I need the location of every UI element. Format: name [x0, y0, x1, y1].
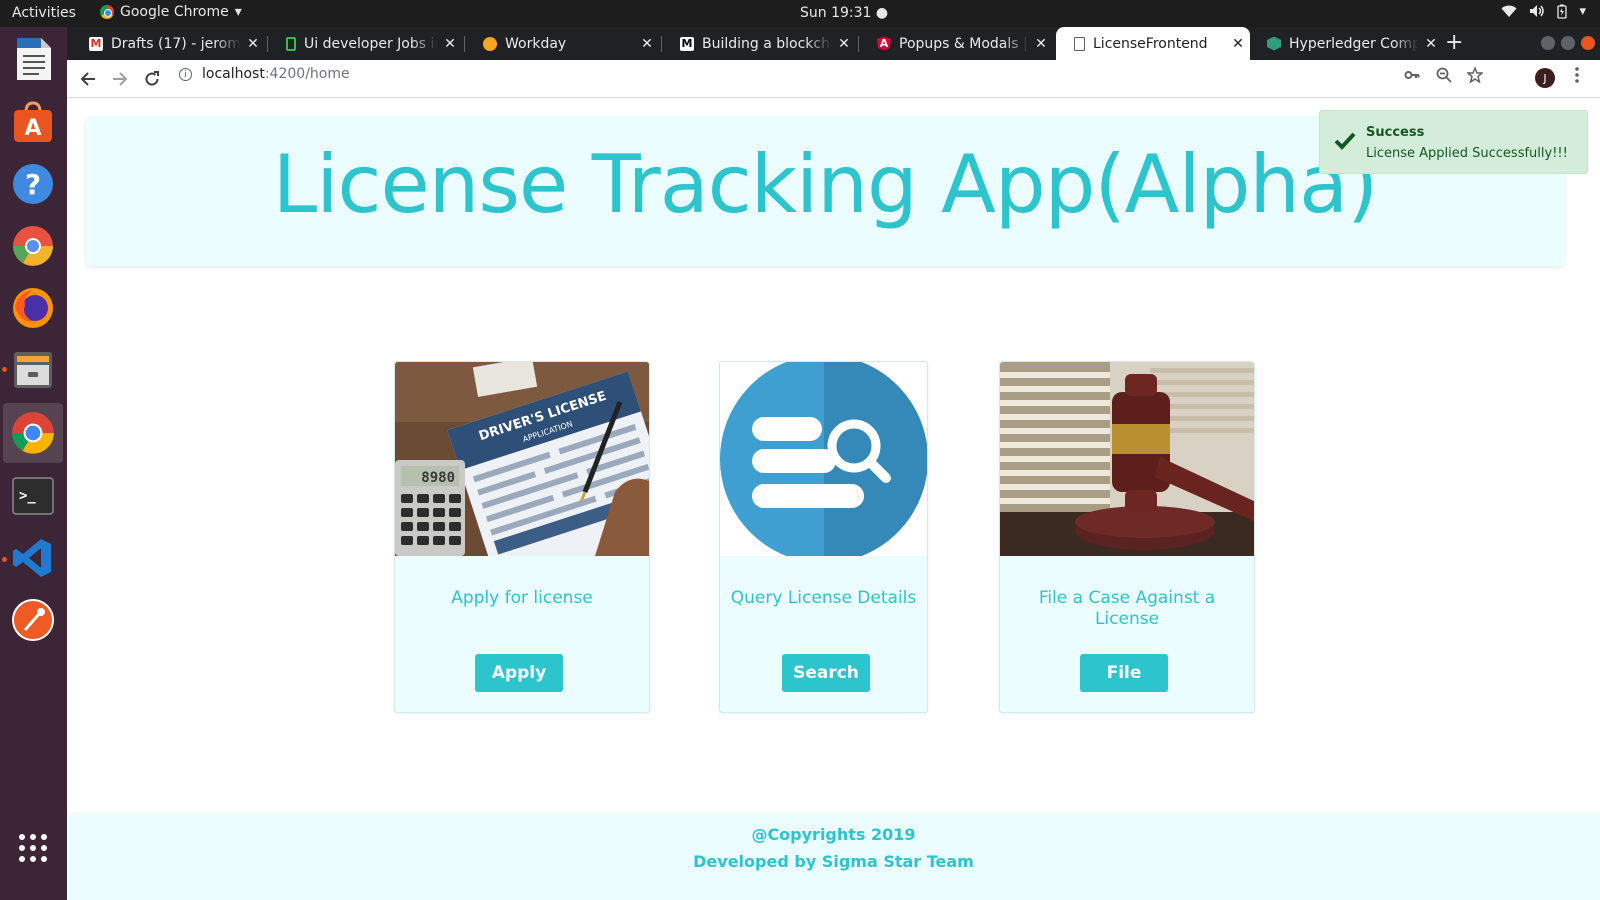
- chromium-icon[interactable]: [8, 221, 58, 271]
- tab-title: Hyperledger Comp: [1289, 35, 1419, 52]
- tab-license-frontend[interactable]: LicenseFrontend ✕: [1056, 27, 1250, 60]
- battery-icon: [1557, 4, 1568, 23]
- running-indicator-dot: [2, 367, 7, 372]
- medium-icon: M: [680, 36, 694, 51]
- card-file-case: File a Case Against a License File: [999, 361, 1255, 713]
- tab-title: LicenseFrontend: [1093, 35, 1208, 52]
- tab-title: Ui developer Jobs in: [304, 35, 438, 52]
- close-window-icon[interactable]: [1581, 36, 1595, 50]
- tab-ui-developer-jobs[interactable]: Ui developer Jobs in ✕: [268, 27, 462, 60]
- url-host: localhost: [202, 66, 265, 82]
- success-toast[interactable]: Success License Applied Successfully!!!: [1319, 110, 1588, 174]
- zoom-icon[interactable]: [1436, 67, 1452, 87]
- close-tab-icon[interactable]: ✕: [635, 36, 659, 52]
- search-button[interactable]: Search: [782, 654, 870, 692]
- forward-button[interactable]: [107, 66, 133, 92]
- terminal-icon[interactable]: >_: [8, 471, 58, 521]
- svg-text:>_: >_: [19, 488, 36, 504]
- postman-icon[interactable]: [8, 595, 58, 645]
- maximize-window-icon[interactable]: [1561, 36, 1575, 50]
- site-info-icon[interactable]: i: [179, 68, 192, 81]
- url-path: :4200/home: [264, 66, 350, 82]
- file-button[interactable]: File: [1080, 654, 1168, 692]
- profile-avatar[interactable]: J: [1535, 68, 1555, 88]
- page-icon: [1074, 36, 1085, 51]
- clock-label: Sun 19:31: [800, 5, 872, 21]
- tab-gmail-drafts[interactable]: M Drafts (17) - jerome ✕: [71, 27, 265, 60]
- firefox-icon[interactable]: [8, 283, 58, 333]
- tab-workday[interactable]: Workday ✕: [465, 27, 659, 60]
- system-menu-chevron-icon: ▾: [1579, 4, 1586, 19]
- chevron-down-icon: ▾: [234, 4, 242, 20]
- text-editor-icon[interactable]: [8, 34, 58, 84]
- browser-tab-strip: M Drafts (17) - jerome ✕ Ui developer Jo…: [67, 27, 1600, 60]
- tab-building-blockchain[interactable]: M Building a blockcha ✕: [662, 27, 856, 60]
- reload-button[interactable]: [139, 66, 165, 92]
- back-button[interactable]: [75, 66, 101, 92]
- card-title-query-license: Query License Details: [730, 588, 917, 608]
- new-tab-button[interactable]: +: [1445, 31, 1463, 55]
- close-tab-icon[interactable]: ✕: [832, 36, 856, 52]
- footer-copyright: @Copyrights 2019: [751, 825, 916, 844]
- app-menu[interactable]: Google Chrome ▾: [100, 4, 242, 20]
- browser-toolbar: i localhost:4200/home J: [67, 60, 1600, 98]
- svg-text:A: A: [24, 116, 41, 141]
- close-tab-icon[interactable]: ✕: [1226, 36, 1250, 52]
- activities-button[interactable]: Activities: [12, 5, 76, 21]
- close-tab-icon[interactable]: ✕: [438, 36, 462, 52]
- app-menu-label: Google Chrome: [120, 4, 229, 20]
- system-tray[interactable]: ▾: [1501, 4, 1586, 23]
- vscode-icon[interactable]: [8, 533, 58, 583]
- show-applications-icon[interactable]: [8, 823, 58, 873]
- minimize-window-icon[interactable]: [1541, 36, 1555, 50]
- page-content: License Tracking App(Alpha) DRIVER'S LIC…: [67, 98, 1600, 900]
- wifi-icon: [1501, 4, 1517, 23]
- close-tab-icon[interactable]: ✕: [241, 36, 265, 52]
- page-footer: @Copyrights 2019 Developed by Sigma Star…: [67, 813, 1600, 900]
- tab-hyperledger-composer[interactable]: Hyperledger Comp ✕: [1249, 27, 1443, 60]
- bookmark-star-icon[interactable]: [1466, 65, 1484, 87]
- tab-title: Building a blockcha: [702, 35, 832, 52]
- notification-dot-icon: ●: [875, 5, 889, 21]
- svg-text:?: ?: [25, 168, 41, 201]
- job-site-icon: [286, 36, 296, 51]
- workday-icon: [483, 36, 497, 51]
- tab-title: Popups & Modals | A: [899, 35, 1029, 52]
- chrome-menu-icon[interactable]: [1575, 67, 1579, 87]
- calculator-display-text: 8980: [421, 470, 455, 486]
- card-title-apply-license: Apply for license: [451, 588, 593, 608]
- tab-title: Workday: [505, 35, 567, 52]
- judge-gavel-photo: [1000, 362, 1254, 556]
- key-icon[interactable]: [1404, 67, 1420, 87]
- apply-button[interactable]: Apply: [475, 654, 563, 692]
- chrome-icon: [100, 5, 114, 19]
- hyperledger-icon: [1267, 36, 1281, 51]
- card-query-license: Query License Details Search: [719, 361, 928, 713]
- close-tab-icon[interactable]: ✕: [1419, 36, 1443, 52]
- google-chrome-icon[interactable]: [3, 403, 63, 463]
- files-icon[interactable]: [8, 345, 58, 395]
- ubuntu-software-icon[interactable]: A: [8, 97, 58, 147]
- angular-icon: A: [877, 36, 891, 51]
- volume-icon: [1529, 4, 1545, 23]
- drivers-license-application-photo: DRIVER'S LICENSE APPLICATION 8980: [395, 362, 649, 556]
- help-icon[interactable]: ?: [8, 159, 58, 209]
- footer-developed-by: Developed by Sigma Star Team: [693, 852, 974, 871]
- running-indicator-dot: [2, 557, 7, 562]
- address-bar[interactable]: i localhost:4200/home: [179, 66, 350, 82]
- tab-popups-modals[interactable]: A Popups & Modals | A ✕: [859, 27, 1053, 60]
- toast-message: License Applied Successfully!!!: [1366, 146, 1568, 161]
- clock[interactable]: Sun 19:31 ●: [800, 5, 888, 21]
- close-tab-icon[interactable]: ✕: [1029, 36, 1053, 52]
- tab-title: Drafts (17) - jerome: [111, 35, 241, 52]
- ubuntu-dock: A ? >_: [0, 27, 67, 900]
- search-list-icon: [720, 362, 927, 556]
- toast-title: Success: [1366, 125, 1425, 140]
- checkmark-icon: [1334, 131, 1356, 156]
- gmail-icon: M: [89, 36, 103, 51]
- card-title-file-case: File a Case Against a License: [1038, 588, 1216, 629]
- card-apply-license: DRIVER'S LICENSE APPLICATION 8980 Apply …: [394, 361, 650, 713]
- system-top-bar: Activities Google Chrome ▾ Sun 19:31 ● ▾: [0, 0, 1600, 27]
